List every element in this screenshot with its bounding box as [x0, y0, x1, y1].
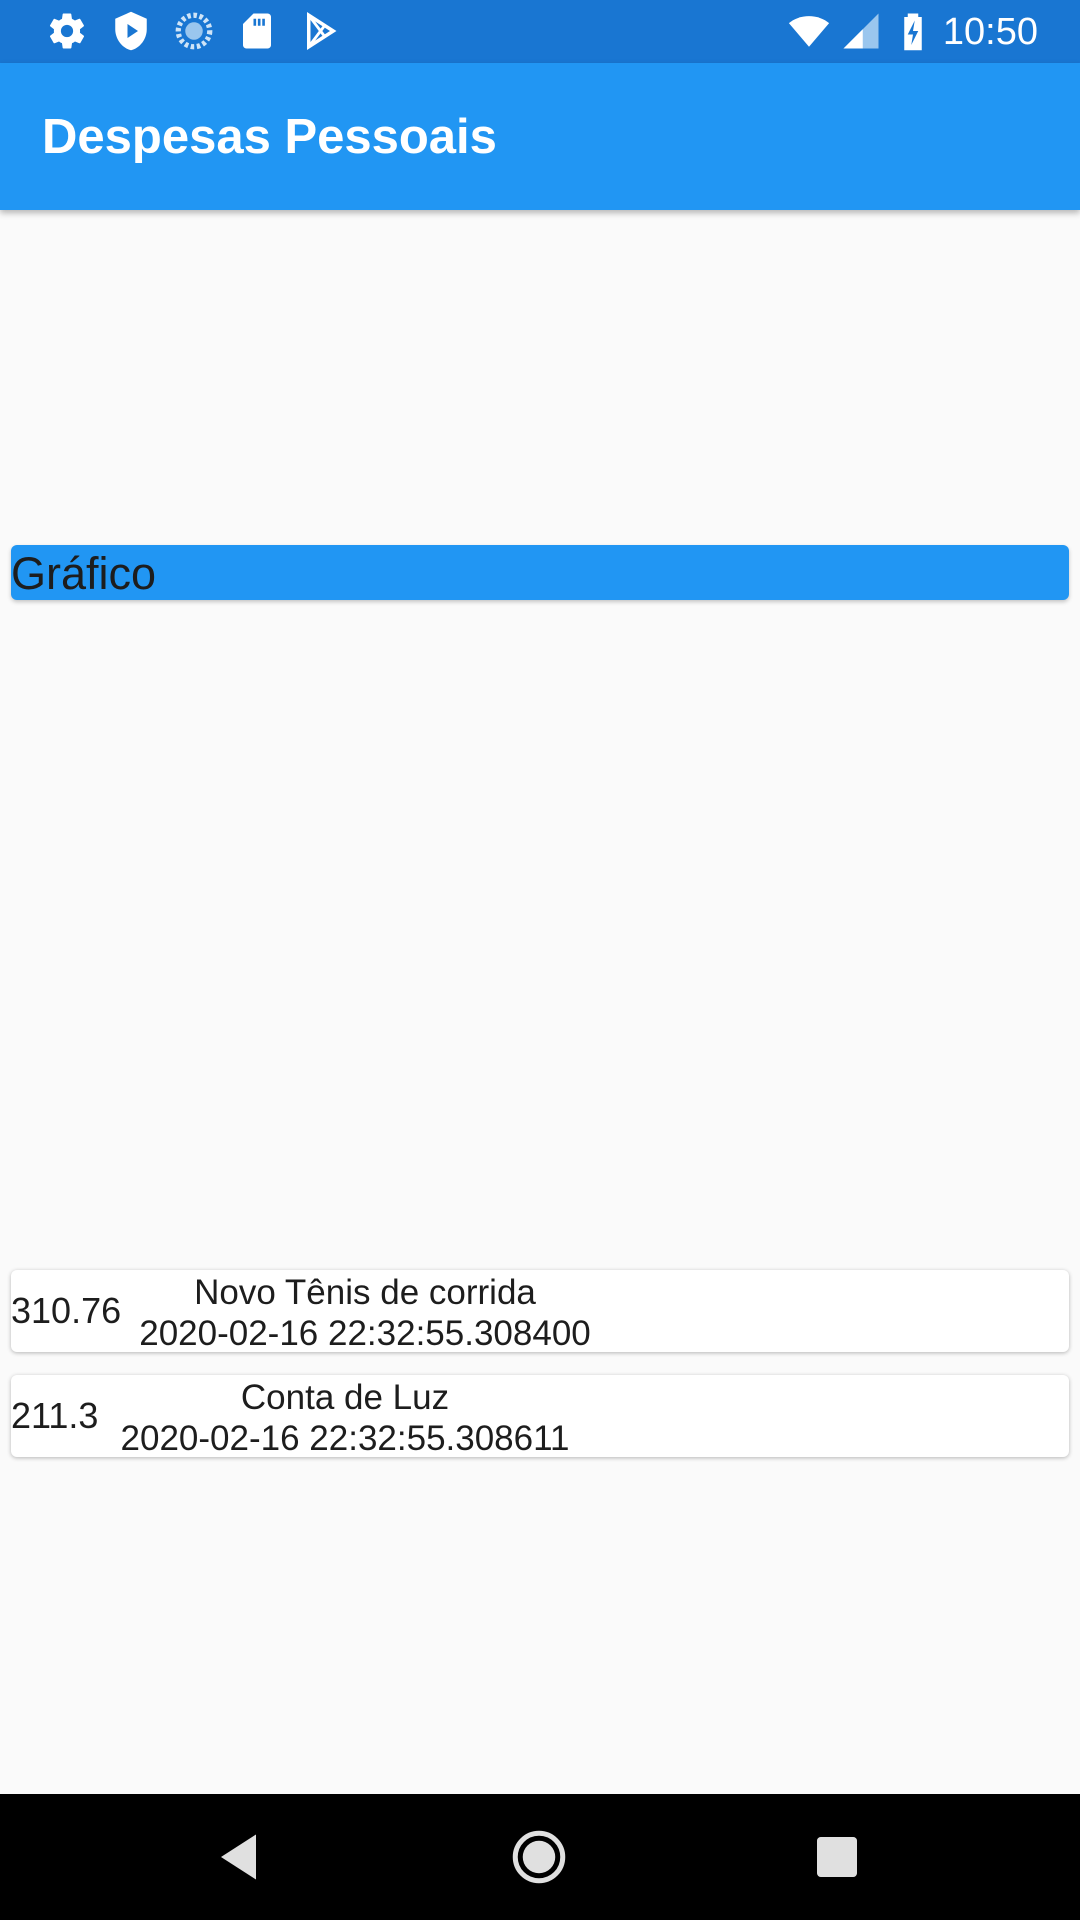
play-store-icon [300, 10, 342, 52]
settings-icon [46, 10, 88, 52]
clock-time: 10:50 [942, 11, 1038, 53]
transaction-value: 211.3 [11, 1395, 99, 1436]
app-bar: Despesas Pessoais [0, 63, 1080, 210]
loading-icon [173, 10, 215, 52]
transaction-date: 2020-02-16 22:32:55.308400 [139, 1314, 591, 1353]
status-bar: 10:50 [0, 0, 1080, 63]
transaction-info: Novo Tênis de corrida 2020-02-16 22:32:5… [125, 1272, 605, 1354]
transaction-value: 310.76 [11, 1290, 122, 1331]
chart-label: Gráfico [11, 548, 157, 599]
transaction-card: 211.3 Conta de Luz 2020-02-16 22:32:55.3… [11, 1375, 1069, 1459]
page-title: Despesas Pessoais [42, 110, 497, 164]
transaction-info: Conta de Luz 2020-02-16 22:32:55.308611 [105, 1377, 585, 1459]
transaction-title: Conta de Luz [240, 1378, 450, 1417]
navigation-bar [0, 1794, 1080, 1920]
cell-signal-icon [840, 10, 882, 52]
transaction-card: 310.76 Novo Tênis de corrida 2020-02-16 … [11, 1270, 1069, 1354]
back-icon[interactable] [211, 1827, 271, 1887]
transaction-date: 2020-02-16 22:32:55.308611 [120, 1419, 570, 1458]
shield-icon [110, 10, 152, 52]
wifi-icon [788, 10, 830, 52]
recents-icon[interactable] [807, 1827, 867, 1887]
transaction-title: Novo Tênis de corrida [194, 1273, 536, 1312]
chart-card: Gráfico [11, 545, 1069, 600]
home-icon[interactable] [509, 1827, 569, 1887]
battery-charging-icon [892, 10, 934, 52]
sd-card-icon [236, 10, 278, 52]
